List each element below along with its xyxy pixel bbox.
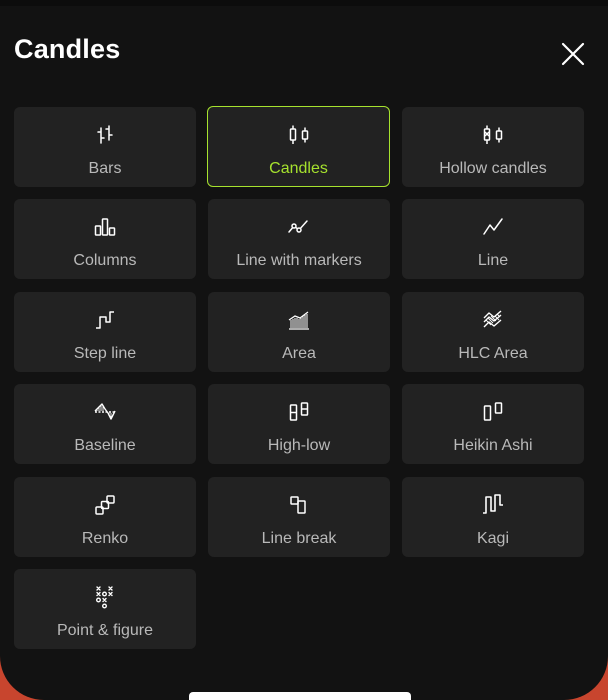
chart-type-label: Line bbox=[477, 252, 509, 269]
chart-type-label: Baseline bbox=[74, 437, 136, 454]
bars-icon bbox=[93, 123, 117, 147]
top-edge bbox=[0, 0, 608, 6]
home-indicator bbox=[189, 692, 411, 700]
chart-type-label: Hollow candles bbox=[439, 160, 547, 177]
chart-type-sheet: Candles Bars Candles Hollow candles Colu… bbox=[0, 0, 608, 700]
chart-type-kagi[interactable]: Kagi bbox=[402, 477, 584, 557]
chart-type-columns[interactable]: Columns bbox=[14, 199, 196, 279]
area-icon bbox=[287, 308, 311, 332]
chart-type-label: Kagi bbox=[476, 530, 510, 547]
chart-type-label: Area bbox=[282, 345, 316, 362]
chart-type-label: HLC Area bbox=[458, 345, 528, 362]
chart-type-bars[interactable]: Bars bbox=[14, 107, 196, 187]
chart-type-label: Candles bbox=[269, 160, 328, 177]
candles-icon bbox=[287, 123, 311, 147]
baseline-icon bbox=[93, 400, 117, 424]
columns-icon bbox=[93, 215, 117, 239]
chart-type-line-break[interactable]: Line break bbox=[208, 477, 390, 557]
line-break-icon bbox=[287, 493, 311, 517]
renko-icon bbox=[93, 493, 117, 517]
chart-type-heikin-ashi[interactable]: Heikin Ashi bbox=[402, 384, 584, 464]
chart-type-candles[interactable]: Candles bbox=[207, 106, 390, 187]
chart-type-label: Columns bbox=[73, 252, 137, 269]
chart-type-hlc-area[interactable]: HLC Area bbox=[402, 292, 584, 372]
step-line-icon bbox=[93, 308, 117, 332]
chart-type-high-low[interactable]: High-low bbox=[208, 384, 390, 464]
chart-type-renko[interactable]: Renko bbox=[14, 477, 196, 557]
chart-type-line[interactable]: Line bbox=[402, 199, 584, 279]
chart-type-label: Point & figure bbox=[56, 622, 154, 639]
chart-type-baseline[interactable]: Baseline bbox=[14, 384, 196, 464]
chart-type-line-with-markers[interactable]: Line with markers bbox=[208, 199, 390, 279]
line-markers-icon bbox=[287, 215, 311, 239]
chart-type-label: Renko bbox=[81, 530, 129, 547]
chart-type-point-figure[interactable]: Point & figure bbox=[14, 569, 196, 649]
chart-type-label: Line break bbox=[261, 530, 337, 547]
close-button[interactable] bbox=[559, 40, 587, 68]
kagi-icon bbox=[481, 493, 505, 517]
line-icon bbox=[481, 215, 505, 239]
chart-type-label: Bars bbox=[88, 160, 122, 177]
chart-type-label: Heikin Ashi bbox=[453, 437, 533, 454]
close-icon bbox=[561, 42, 585, 66]
chart-type-label: Step line bbox=[73, 345, 137, 362]
sheet-title: Candles bbox=[14, 34, 121, 64]
hollow-candles-icon bbox=[481, 123, 505, 147]
high-low-icon bbox=[287, 400, 311, 424]
chart-type-area[interactable]: Area bbox=[208, 292, 390, 372]
point-figure-icon bbox=[93, 585, 117, 609]
chart-type-step-line[interactable]: Step line bbox=[14, 292, 196, 372]
chart-type-hollow-candles[interactable]: Hollow candles bbox=[402, 107, 584, 187]
heikin-ashi-icon bbox=[481, 400, 505, 424]
chart-type-label: Line with markers bbox=[236, 252, 362, 269]
chart-type-label: High-low bbox=[267, 437, 331, 454]
hlc-area-icon bbox=[481, 308, 505, 332]
